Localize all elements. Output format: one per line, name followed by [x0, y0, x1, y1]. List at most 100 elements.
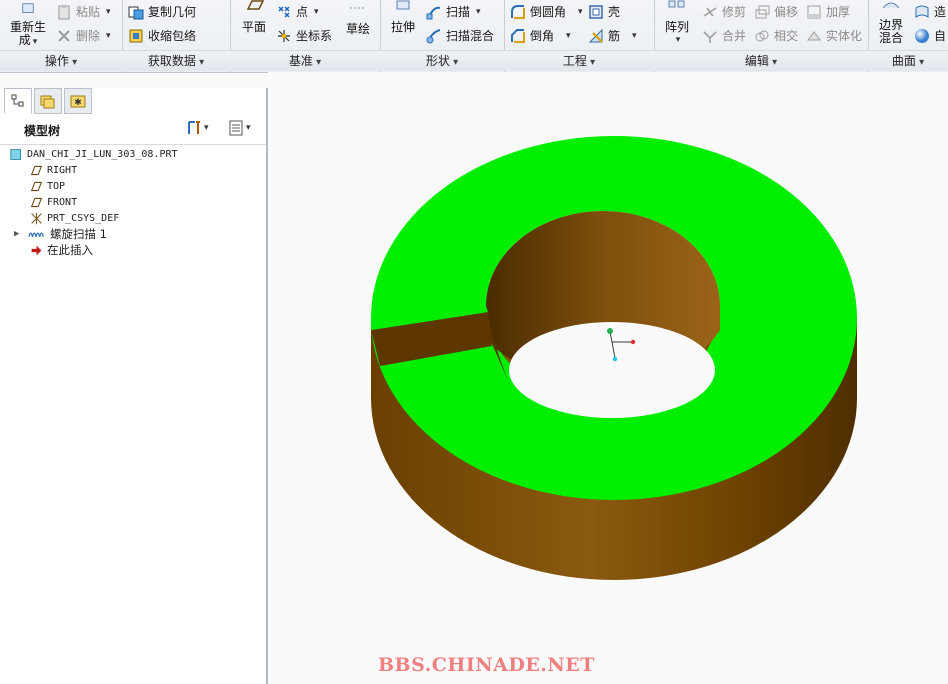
delete-button[interactable]: 删除 ▾ [56, 27, 111, 44]
group-label-surfaces[interactable]: 曲面 [868, 50, 948, 71]
pattern-label: 阵列 [664, 20, 689, 34]
svg-text:✱: ✱ [74, 98, 82, 108]
chevron-down-icon[interactable]: ▾ [660, 34, 696, 47]
chamfer-button[interactable]: 倒角 ▾ [510, 27, 571, 44]
chevron-down-icon[interactable]: ▾ [632, 31, 637, 41]
tree-item-right[interactable]: RIGHT [30, 162, 77, 178]
csys-button[interactable]: 坐标系 [276, 27, 332, 44]
trim-button[interactable]: 修剪 [702, 3, 746, 20]
tree-item-top[interactable]: TOP [30, 178, 65, 194]
sketch-button[interactable]: 草绘 [340, 0, 376, 36]
chevron-down-icon[interactable]: ▾ [566, 31, 571, 41]
group-label-editing[interactable]: 编辑 [654, 50, 868, 71]
group-label-get-data[interactable]: 获取数据 [122, 50, 230, 71]
chevron-down-icon[interactable]: ▾ [106, 7, 111, 17]
style-icon [915, 5, 929, 18]
group-shapes: 拉伸 扫描 ▾ 扫描混合 形状 [380, 0, 505, 72]
sweep-button[interactable]: 扫描 ▾ [426, 3, 481, 20]
freeform-sphere-icon [915, 28, 929, 43]
shell-icon [589, 4, 603, 19]
boundary-blend-button[interactable]: 边界 混合 [872, 0, 910, 45]
intersect-button[interactable]: 相交 [754, 27, 798, 44]
tab-model-tree[interactable] [4, 88, 32, 114]
tab-favorites[interactable]: ✱ [64, 88, 92, 114]
thicken-label: 加厚 [826, 5, 851, 19]
tree-item-label: PRT_CSYS_DEF [47, 212, 120, 224]
intersect-label: 相交 [774, 29, 799, 43]
model-tree-header: 模型树 ▾ ▾ [0, 116, 266, 145]
freeform-button[interactable]: 自 [914, 27, 946, 44]
tree-settings-button[interactable]: ▾ [186, 120, 209, 136]
group-label-datum[interactable]: 基准 [230, 50, 380, 71]
tree-item-front[interactable]: FRONT [30, 194, 77, 210]
copy-geometry-icon [128, 6, 144, 19]
point-button[interactable]: 点 ▾ [276, 3, 319, 20]
datum-plane-icon [30, 181, 43, 191]
shrinkwrap-button[interactable]: 收缩包络 [128, 27, 196, 44]
sketch-label: 草绘 [345, 22, 370, 36]
expand-arrow-icon[interactable]: ▶ [14, 229, 24, 239]
merge-icon [703, 30, 717, 43]
shell-button[interactable]: 壳 [588, 3, 620, 20]
tree-show-button[interactable]: ▾ [228, 120, 251, 136]
regenerate-button[interactable]: 重新生 成 ▾ [8, 2, 48, 49]
paste-button[interactable]: 粘贴 ▾ [56, 3, 111, 20]
tab-folder-browser[interactable] [34, 88, 62, 114]
chevron-down-icon[interactable]: ▾ [33, 37, 38, 47]
graphics-viewport[interactable] [268, 72, 948, 684]
tree-item-part[interactable]: DAN_CHI_JI_LUN_303_08.PRT [10, 146, 178, 162]
group-surfaces: 边界 混合 造 自 曲面 [868, 0, 948, 72]
shrinkwrap-label: 收缩包络 [148, 29, 197, 43]
show-list-icon [229, 120, 243, 136]
tree-item-helical-sweep[interactable]: ▶ 螺旋扫描 1 [14, 226, 107, 242]
group-label-shapes[interactable]: 形状 [380, 50, 504, 71]
rib-button[interactable]: 筋 ▾ [588, 27, 637, 44]
chevron-down-icon[interactable]: ▾ [476, 7, 481, 17]
solidify-icon [807, 30, 821, 40]
model-tree-icon [11, 94, 24, 107]
tree-item-label: RIGHT [47, 164, 78, 176]
solidify-button[interactable]: 实体化 [806, 27, 862, 44]
merge-button[interactable]: 合并 [702, 27, 746, 44]
model-3d-view[interactable] [268, 72, 948, 684]
csys-icon [278, 29, 290, 42]
tools-icon [188, 121, 200, 134]
folder-browser-icon [40, 95, 55, 109]
tree-item-insert-here[interactable]: 在此插入 [30, 242, 93, 258]
round-button[interactable]: 倒圆角 ▾ [510, 3, 583, 20]
swept-blend-icon [426, 28, 441, 43]
extrude-button[interactable]: 拉伸 [384, 0, 422, 34]
style-button[interactable]: 造 [914, 3, 946, 20]
thicken-button[interactable]: 加厚 [806, 3, 850, 20]
extrude-label: 拉伸 [390, 20, 415, 34]
chevron-down-icon[interactable]: ▾ [106, 31, 111, 41]
offset-icon [755, 5, 770, 18]
helical-sweep-icon [28, 232, 44, 237]
ring-inner-wall [485, 211, 720, 418]
plane-label: 平面 [241, 20, 266, 34]
swept-blend-button[interactable]: 扫描混合 [426, 27, 494, 44]
swept-blend-label: 扫描混合 [446, 29, 495, 43]
copy-geometry-label: 复制几何 [148, 5, 197, 19]
tree-item-csys[interactable]: PRT_CSYS_DEF [30, 210, 119, 226]
extrude-icon [396, 0, 410, 10]
group-label-operations[interactable]: 操作 [0, 50, 122, 71]
tree-item-label: DAN_CHI_JI_LUN_303_08.PRT [27, 148, 178, 160]
pattern-button[interactable]: 阵列 ▾ [658, 0, 696, 47]
datum-plane-icon [246, 0, 265, 10]
paste-label: 粘贴 [76, 5, 101, 19]
tree-item-label: FRONT [47, 196, 78, 208]
group-label-engineering[interactable]: 工程 [504, 50, 654, 71]
chamfer-icon [511, 28, 525, 43]
shell-label: 壳 [608, 5, 621, 19]
offset-button[interactable]: 偏移 [754, 3, 798, 20]
point-label: 点 [296, 5, 309, 19]
thicken-icon [807, 5, 821, 18]
chevron-down-icon[interactable]: ▾ [578, 7, 583, 17]
plane-button[interactable]: 平面 [236, 0, 272, 34]
copy-geometry-button[interactable]: 复制几何 [128, 3, 196, 20]
model-tree-title: 模型树 [24, 124, 61, 138]
chevron-down-icon[interactable]: ▾ [314, 7, 319, 17]
pattern-icon [668, 0, 685, 8]
group-get-data: 复制几何 收缩包络 获取数据 [122, 0, 231, 72]
